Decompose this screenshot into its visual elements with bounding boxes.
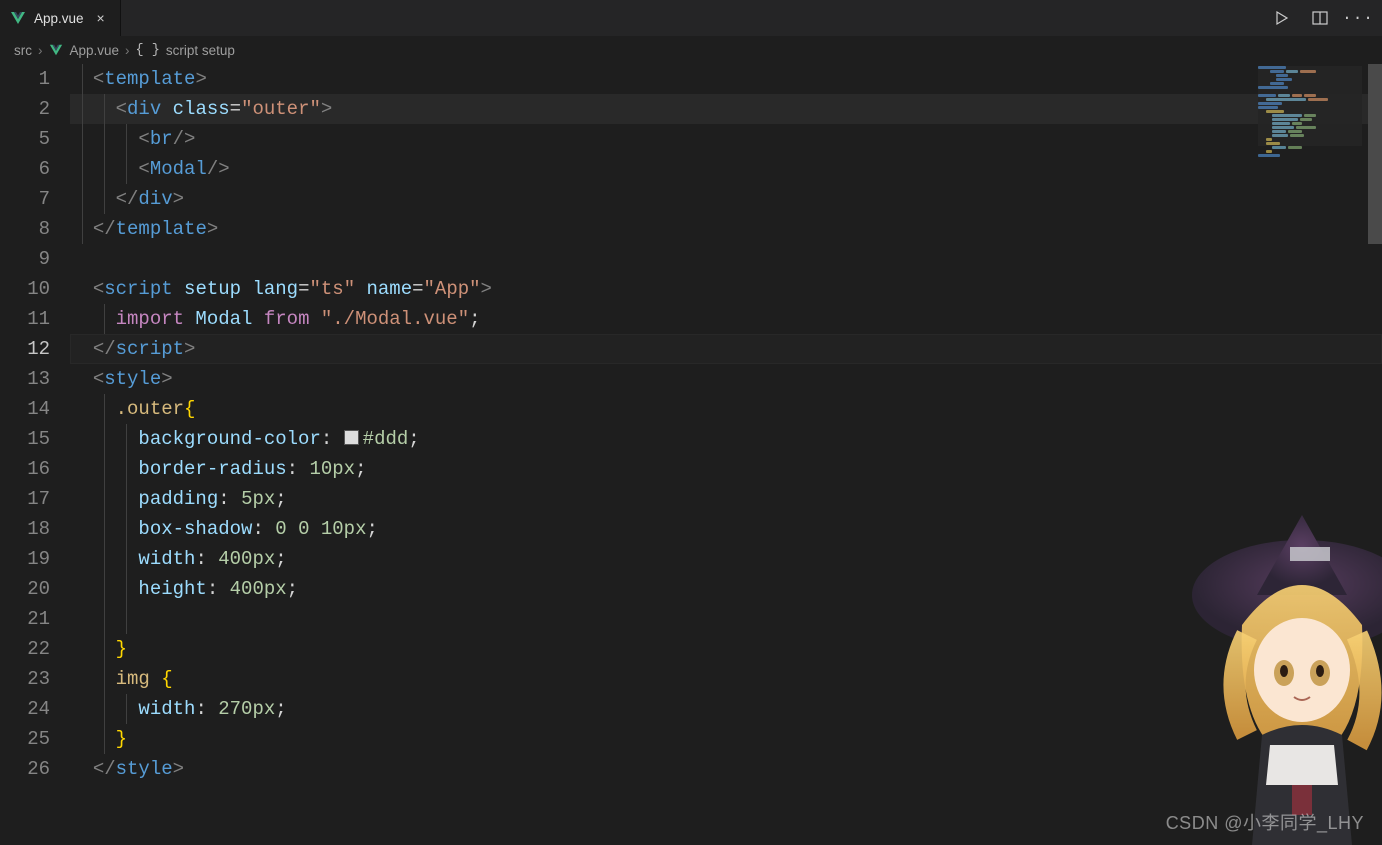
breadcrumb-item[interactable]: src xyxy=(14,43,32,58)
tab-title: App.vue xyxy=(34,11,84,26)
code-area[interactable]: <template> <div class="outer"> <br/> <Mo… xyxy=(70,64,1382,845)
breadcrumb[interactable]: src › App.vue › { } script setup xyxy=(0,36,1382,64)
vue-icon xyxy=(10,10,26,26)
code-editor[interactable]: 1256789101112131415161718192021222324252… xyxy=(0,64,1382,845)
more-icon[interactable]: ··· xyxy=(1348,8,1368,28)
close-icon[interactable]: × xyxy=(92,9,110,27)
breadcrumb-item[interactable]: App.vue xyxy=(70,43,120,58)
chevron-right-icon: › xyxy=(38,43,43,58)
scrollbar-thumb[interactable] xyxy=(1368,64,1382,244)
tab-app-vue[interactable]: App.vue × xyxy=(0,0,121,36)
vue-icon xyxy=(49,43,64,58)
chevron-right-icon: › xyxy=(125,43,130,58)
breadcrumb-item[interactable]: script setup xyxy=(166,43,235,58)
minimap[interactable] xyxy=(1258,66,1362,146)
run-icon[interactable] xyxy=(1272,8,1292,28)
editor-tabbar: App.vue × ··· xyxy=(0,0,1382,36)
brace-icon: { } xyxy=(136,43,160,58)
vertical-scrollbar[interactable] xyxy=(1368,64,1382,845)
split-editor-icon[interactable] xyxy=(1310,8,1330,28)
line-number-gutter: 1256789101112131415161718192021222324252… xyxy=(0,64,70,845)
editor-toolbar: ··· xyxy=(1258,0,1382,36)
